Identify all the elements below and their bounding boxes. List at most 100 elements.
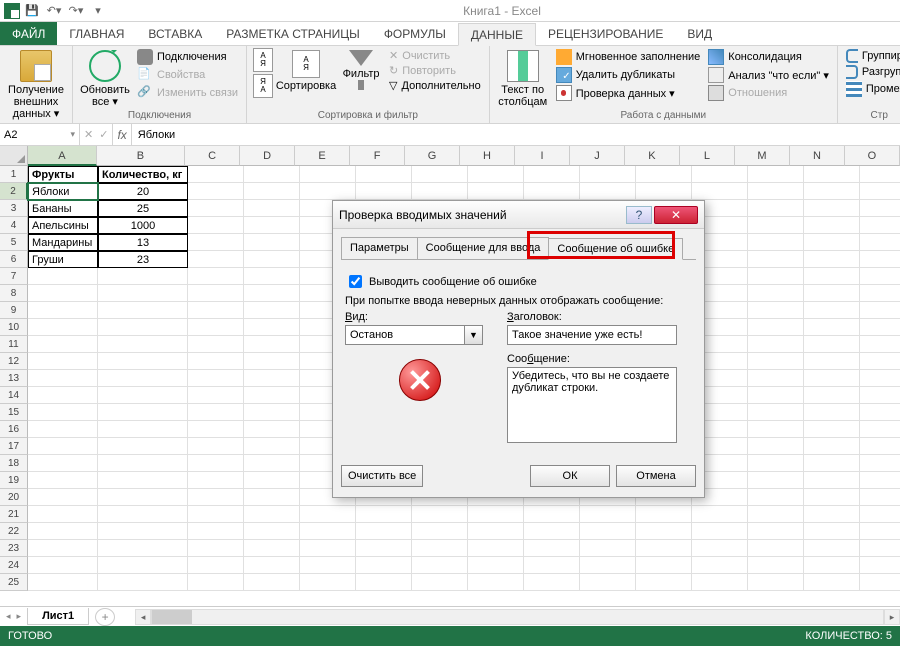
row-header[interactable]: 15 xyxy=(0,404,28,421)
consolidate-button[interactable]: Консолидация xyxy=(706,48,831,66)
fx-icon[interactable]: fx xyxy=(113,124,131,145)
row-header[interactable]: 22 xyxy=(0,523,28,540)
dialog-tab-error-message[interactable]: Сообщение об ошибке xyxy=(548,238,683,260)
cell[interactable] xyxy=(244,285,300,302)
cell[interactable] xyxy=(580,523,636,540)
column-header[interactable]: D xyxy=(240,146,295,166)
cell[interactable] xyxy=(860,251,900,268)
cell[interactable] xyxy=(28,353,98,370)
save-icon[interactable]: 💾 xyxy=(22,2,42,20)
cell[interactable] xyxy=(244,336,300,353)
cell[interactable] xyxy=(28,557,98,574)
cell[interactable] xyxy=(356,557,412,574)
cell[interactable] xyxy=(28,285,98,302)
cell[interactable] xyxy=(580,557,636,574)
cell[interactable] xyxy=(748,302,804,319)
cell[interactable] xyxy=(98,455,188,472)
column-header[interactable]: I xyxy=(515,146,570,166)
cell[interactable] xyxy=(188,302,244,319)
scroll-left-button[interactable]: ◂ xyxy=(135,609,151,625)
cell[interactable] xyxy=(860,523,900,540)
cell[interactable] xyxy=(860,353,900,370)
cell[interactable] xyxy=(860,336,900,353)
cell[interactable] xyxy=(188,438,244,455)
error-title-input[interactable] xyxy=(507,325,677,345)
cell[interactable] xyxy=(804,574,860,591)
cell[interactable] xyxy=(804,455,860,472)
filter-button[interactable]: Фильтр xyxy=(339,48,383,82)
cell[interactable] xyxy=(748,353,804,370)
cell[interactable] xyxy=(244,557,300,574)
cell[interactable] xyxy=(860,319,900,336)
cell[interactable] xyxy=(28,574,98,591)
cell[interactable] xyxy=(244,319,300,336)
row-header[interactable]: 23 xyxy=(0,540,28,557)
row-header[interactable]: 3 xyxy=(0,200,28,217)
cell[interactable] xyxy=(692,557,748,574)
cell[interactable] xyxy=(98,438,188,455)
row-header[interactable]: 10 xyxy=(0,319,28,336)
cell[interactable] xyxy=(98,506,188,523)
cell[interactable] xyxy=(412,557,468,574)
cell[interactable] xyxy=(412,540,468,557)
cell[interactable] xyxy=(748,557,804,574)
cell[interactable] xyxy=(748,166,804,183)
cell[interactable] xyxy=(412,523,468,540)
cell[interactable] xyxy=(636,557,692,574)
cell[interactable]: Мандарины xyxy=(28,234,98,251)
cell[interactable] xyxy=(28,268,98,285)
column-header[interactable]: E xyxy=(295,146,350,166)
cell[interactable] xyxy=(98,404,188,421)
cell[interactable] xyxy=(244,455,300,472)
cell[interactable] xyxy=(244,217,300,234)
formula-input[interactable]: Яблоки xyxy=(132,124,900,145)
cell[interactable] xyxy=(98,557,188,574)
sort-asc-button[interactable]: АЯ xyxy=(253,48,273,72)
cell[interactable]: Бананы xyxy=(28,200,98,217)
cell[interactable]: Фрукты xyxy=(28,166,98,183)
cell[interactable] xyxy=(636,506,692,523)
cell[interactable] xyxy=(188,557,244,574)
cell[interactable] xyxy=(28,404,98,421)
cell[interactable] xyxy=(804,200,860,217)
cell[interactable]: 1000 xyxy=(98,217,188,234)
cell[interactable] xyxy=(692,540,748,557)
cell[interactable] xyxy=(468,183,524,200)
cell[interactable]: Апельсины xyxy=(28,217,98,234)
cell[interactable] xyxy=(748,200,804,217)
cell[interactable] xyxy=(748,489,804,506)
cell[interactable] xyxy=(524,557,580,574)
cell[interactable] xyxy=(98,421,188,438)
cell[interactable] xyxy=(98,540,188,557)
cell[interactable] xyxy=(28,438,98,455)
cell[interactable] xyxy=(98,523,188,540)
refresh-all-button[interactable]: Обновить все ▾ xyxy=(79,48,131,110)
cell[interactable] xyxy=(300,557,356,574)
cell[interactable] xyxy=(524,574,580,591)
cell[interactable] xyxy=(748,285,804,302)
cell[interactable] xyxy=(412,183,468,200)
cell[interactable] xyxy=(804,404,860,421)
column-header[interactable]: F xyxy=(350,146,405,166)
column-header[interactable]: G xyxy=(405,146,460,166)
dialog-help-button[interactable]: ? xyxy=(626,206,652,224)
cell[interactable] xyxy=(188,370,244,387)
cell[interactable] xyxy=(580,540,636,557)
cell[interactable] xyxy=(860,183,900,200)
row-header[interactable]: 14 xyxy=(0,387,28,404)
cell[interactable] xyxy=(748,455,804,472)
edit-links-button[interactable]: 🔗Изменить связи xyxy=(135,84,240,102)
cell[interactable] xyxy=(524,166,580,183)
cell[interactable] xyxy=(468,166,524,183)
cell[interactable] xyxy=(524,540,580,557)
properties-button[interactable]: 📄Свойства xyxy=(135,66,240,84)
tab-formulas[interactable]: ФОРМУЛЫ xyxy=(372,22,458,45)
horizontal-scrollbar[interactable]: ◂ ▸ xyxy=(135,609,900,625)
cell[interactable] xyxy=(860,387,900,404)
row-header[interactable]: 7 xyxy=(0,268,28,285)
cell[interactable] xyxy=(188,234,244,251)
sort-button[interactable]: АЯ Сортировка xyxy=(277,48,335,94)
flash-fill-button[interactable]: Мгновенное заполнение xyxy=(554,48,703,66)
scroll-track[interactable] xyxy=(151,609,884,625)
column-header[interactable]: H xyxy=(460,146,515,166)
